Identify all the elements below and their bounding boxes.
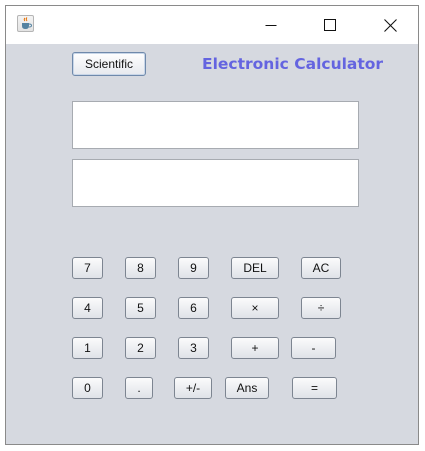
- title-bar[interactable]: [6, 6, 418, 44]
- minimize-button[interactable]: [248, 6, 294, 44]
- scientific-button[interactable]: Scientific: [72, 52, 146, 76]
- key-negate[interactable]: +/-: [174, 377, 212, 399]
- key-5[interactable]: 5: [125, 297, 156, 319]
- key-delete[interactable]: DEL: [231, 257, 279, 279]
- app-title: Electronic Calculator: [202, 55, 384, 73]
- maximize-button[interactable]: [307, 6, 353, 44]
- expression-display[interactable]: [72, 101, 359, 149]
- calculator-window: Scientific Electronic Calculator 7 8 9 D…: [5, 5, 419, 445]
- key-7[interactable]: 7: [72, 257, 103, 279]
- minimize-icon: [265, 25, 277, 26]
- key-9[interactable]: 9: [178, 257, 209, 279]
- key-2[interactable]: 2: [125, 337, 156, 359]
- close-button[interactable]: [367, 6, 413, 44]
- close-icon: [383, 18, 397, 32]
- key-4[interactable]: 4: [72, 297, 103, 319]
- key-all-clear[interactable]: AC: [301, 257, 341, 279]
- java-cup-icon: [17, 15, 34, 32]
- key-8[interactable]: 8: [125, 257, 156, 279]
- key-divide[interactable]: ÷: [301, 297, 341, 319]
- key-6[interactable]: 6: [178, 297, 209, 319]
- key-equals[interactable]: =: [292, 377, 337, 399]
- key-0[interactable]: 0: [72, 377, 103, 399]
- result-display[interactable]: [72, 159, 359, 207]
- key-1[interactable]: 1: [72, 337, 103, 359]
- key-add[interactable]: +: [231, 337, 279, 359]
- key-subtract[interactable]: -: [291, 337, 336, 359]
- maximize-icon: [324, 19, 336, 31]
- key-answer[interactable]: Ans: [225, 377, 269, 399]
- key-multiply[interactable]: ×: [231, 297, 279, 319]
- key-3[interactable]: 3: [178, 337, 209, 359]
- key-decimal[interactable]: .: [125, 377, 153, 399]
